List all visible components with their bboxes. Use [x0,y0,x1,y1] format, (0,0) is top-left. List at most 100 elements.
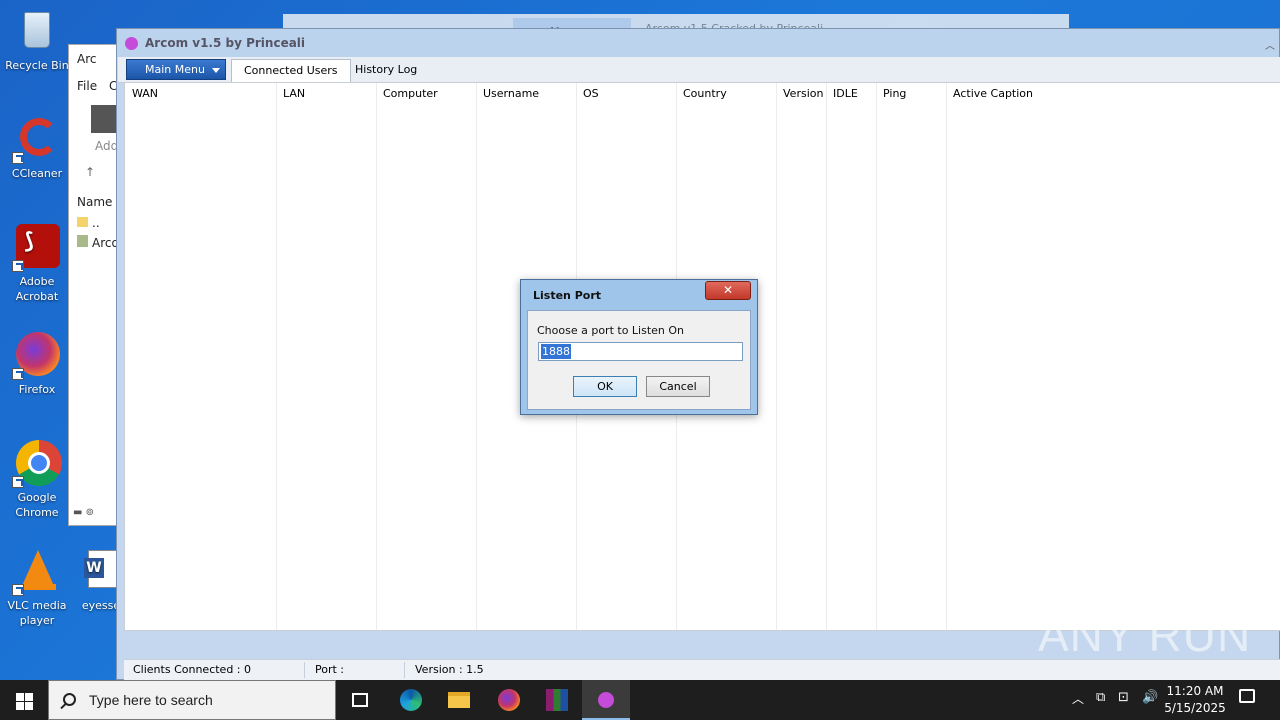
taskbar-clock[interactable]: 11:20 AM 5/15/2025 [1160,683,1230,717]
port-input-value: 1888 [541,344,571,359]
drive-icon: ▬ ⊚ [73,507,95,518]
ccleaner-icon [12,116,60,164]
arcom-app-icon [125,37,138,50]
window-title: Arcom v1.5 by Princeali [145,36,306,50]
close-button[interactable]: ✕ [705,281,751,300]
ok-button[interactable]: OK [573,376,637,397]
desktop-icon-label: VLC media player [7,599,67,627]
column-divider [876,83,877,630]
folder-icon [77,217,88,227]
taskbar-winrar[interactable] [533,680,581,720]
notification-icon [1239,689,1255,703]
tab-connected-users[interactable]: Connected Users [231,59,351,83]
column-divider [826,83,827,630]
chevron-down-icon [212,68,220,73]
taskbar-search[interactable]: Type here to search [48,680,336,720]
watermark: ANY RUN [1038,609,1252,661]
column-divider [476,83,477,630]
task-view-button[interactable] [336,680,384,720]
desktop-icon-label: CCleaner [11,167,63,180]
edge-icon [400,689,422,711]
column-header-computer[interactable]: Computer [376,83,438,105]
menu-file[interactable]: File [77,79,97,93]
column-divider [946,83,947,630]
close-icon: ✕ [722,283,734,297]
chrome-icon [12,440,62,488]
name-column-header[interactable]: Name [77,195,112,209]
column-header-idle[interactable]: IDLE [826,83,858,105]
desktop-icon-google-chrome[interactable]: Google Chrome [1,440,73,520]
dialog-body: Choose a port to Listen On 1888 OK Cance… [527,310,751,410]
status-version: Version : 1.5 [415,663,484,676]
add-archive-icon[interactable] [91,105,119,133]
menu-bar: Main Menu Connected Users History Log [118,57,1280,83]
up-arrow-icon[interactable]: ↑ [85,165,95,179]
column-header-country[interactable]: Country [676,83,727,105]
column-divider [376,83,377,630]
taskbar: Type here to search ︿ ⧉ ⊡ 🔊 11:20 AM 5/1… [0,680,1280,720]
volume-icon[interactable]: 🔊 [1142,690,1158,705]
column-header-os[interactable]: OS [576,83,599,105]
list-item[interactable]: Arco [77,235,119,250]
desktop-icon-label: Firefox [18,383,56,396]
desktop-icon-label: Recycle Bin [5,59,69,72]
recycle-bin-icon [14,8,60,54]
column-header-version[interactable]: Version [776,83,823,105]
status-clients-connected: Clients Connected : 0 [133,663,252,676]
status-separator [404,662,405,678]
cancel-button[interactable]: Cancel [646,376,710,397]
clock-time: 11:20 AM [1166,684,1224,698]
desktop-icon-firefox[interactable]: Firefox [1,332,73,397]
tray-device-icon[interactable]: ⧉ [1096,690,1105,705]
show-hidden-icons-chevron-icon[interactable]: ︿ [1072,690,1084,707]
list-item[interactable]: .. [77,216,100,230]
list-item-label: .. [92,216,100,230]
start-button[interactable] [0,680,48,720]
network-icon[interactable]: ⊡ [1118,690,1129,705]
column-header-lan[interactable]: LAN [276,83,305,105]
desktop-icon-label: Adobe Acrobat [15,275,59,303]
desktop-icon-label: Google Chrome [15,491,59,519]
dialog-prompt: Choose a port to Listen On [537,324,685,337]
desktop-icon-recycle-bin[interactable]: Recycle Bin [1,8,73,73]
taskbar-edge[interactable] [387,680,435,720]
notifications-button[interactable] [1236,680,1260,720]
taskbar-arcom[interactable] [582,680,630,720]
search-icon [63,693,76,706]
dialog-title: Listen Port [533,289,602,302]
background-window-title: Arc [77,52,97,66]
system-tray: ︿ ⧉ ⊡ 🔊 [1070,680,1160,720]
port-input[interactable]: 1888 [538,342,743,361]
taskbar-file-explorer[interactable] [435,680,483,720]
column-header-username[interactable]: Username [476,83,539,105]
folder-icon [448,692,470,708]
main-menu-button[interactable]: Main Menu [126,59,226,80]
firefox-icon [12,332,60,380]
task-view-icon [352,693,368,707]
column-divider [776,83,777,630]
column-divider [276,83,277,630]
add-label: Add [95,139,119,153]
column-header-ping[interactable]: Ping [876,83,906,105]
desktop-icon-vlc[interactable]: VLC media player [1,548,73,628]
title-bar[interactable]: Arcom v1.5 by Princeali ︿ [117,29,1279,57]
column-header-wan[interactable]: WAN [125,83,158,105]
winrar-icon [546,689,568,711]
tab-history-log[interactable]: History Log [343,59,429,83]
acrobat-icon: ⟆ [12,224,60,272]
arcom-app-icon [598,692,614,708]
column-header-active-caption[interactable]: Active Caption [946,83,1033,105]
listen-port-dialog: Listen Port ✕ Choose a port to Listen On… [520,279,758,415]
desktop-icon-ccleaner[interactable]: CCleaner [1,116,73,181]
status-port: Port : [315,663,345,676]
collapse-arrow-icon[interactable]: ︿ [1265,37,1275,52]
clock-date: 5/15/2025 [1164,701,1226,715]
main-menu-label: Main Menu [145,63,205,76]
archive-file-icon [77,235,88,247]
taskbar-firefox[interactable] [485,680,533,720]
status-separator [304,662,305,678]
search-placeholder: Type here to search [89,692,213,708]
firefox-icon [498,689,520,711]
desktop-icon-adobe-acrobat[interactable]: ⟆ Adobe Acrobat [1,224,73,304]
list-item-label: Arco [92,236,119,250]
